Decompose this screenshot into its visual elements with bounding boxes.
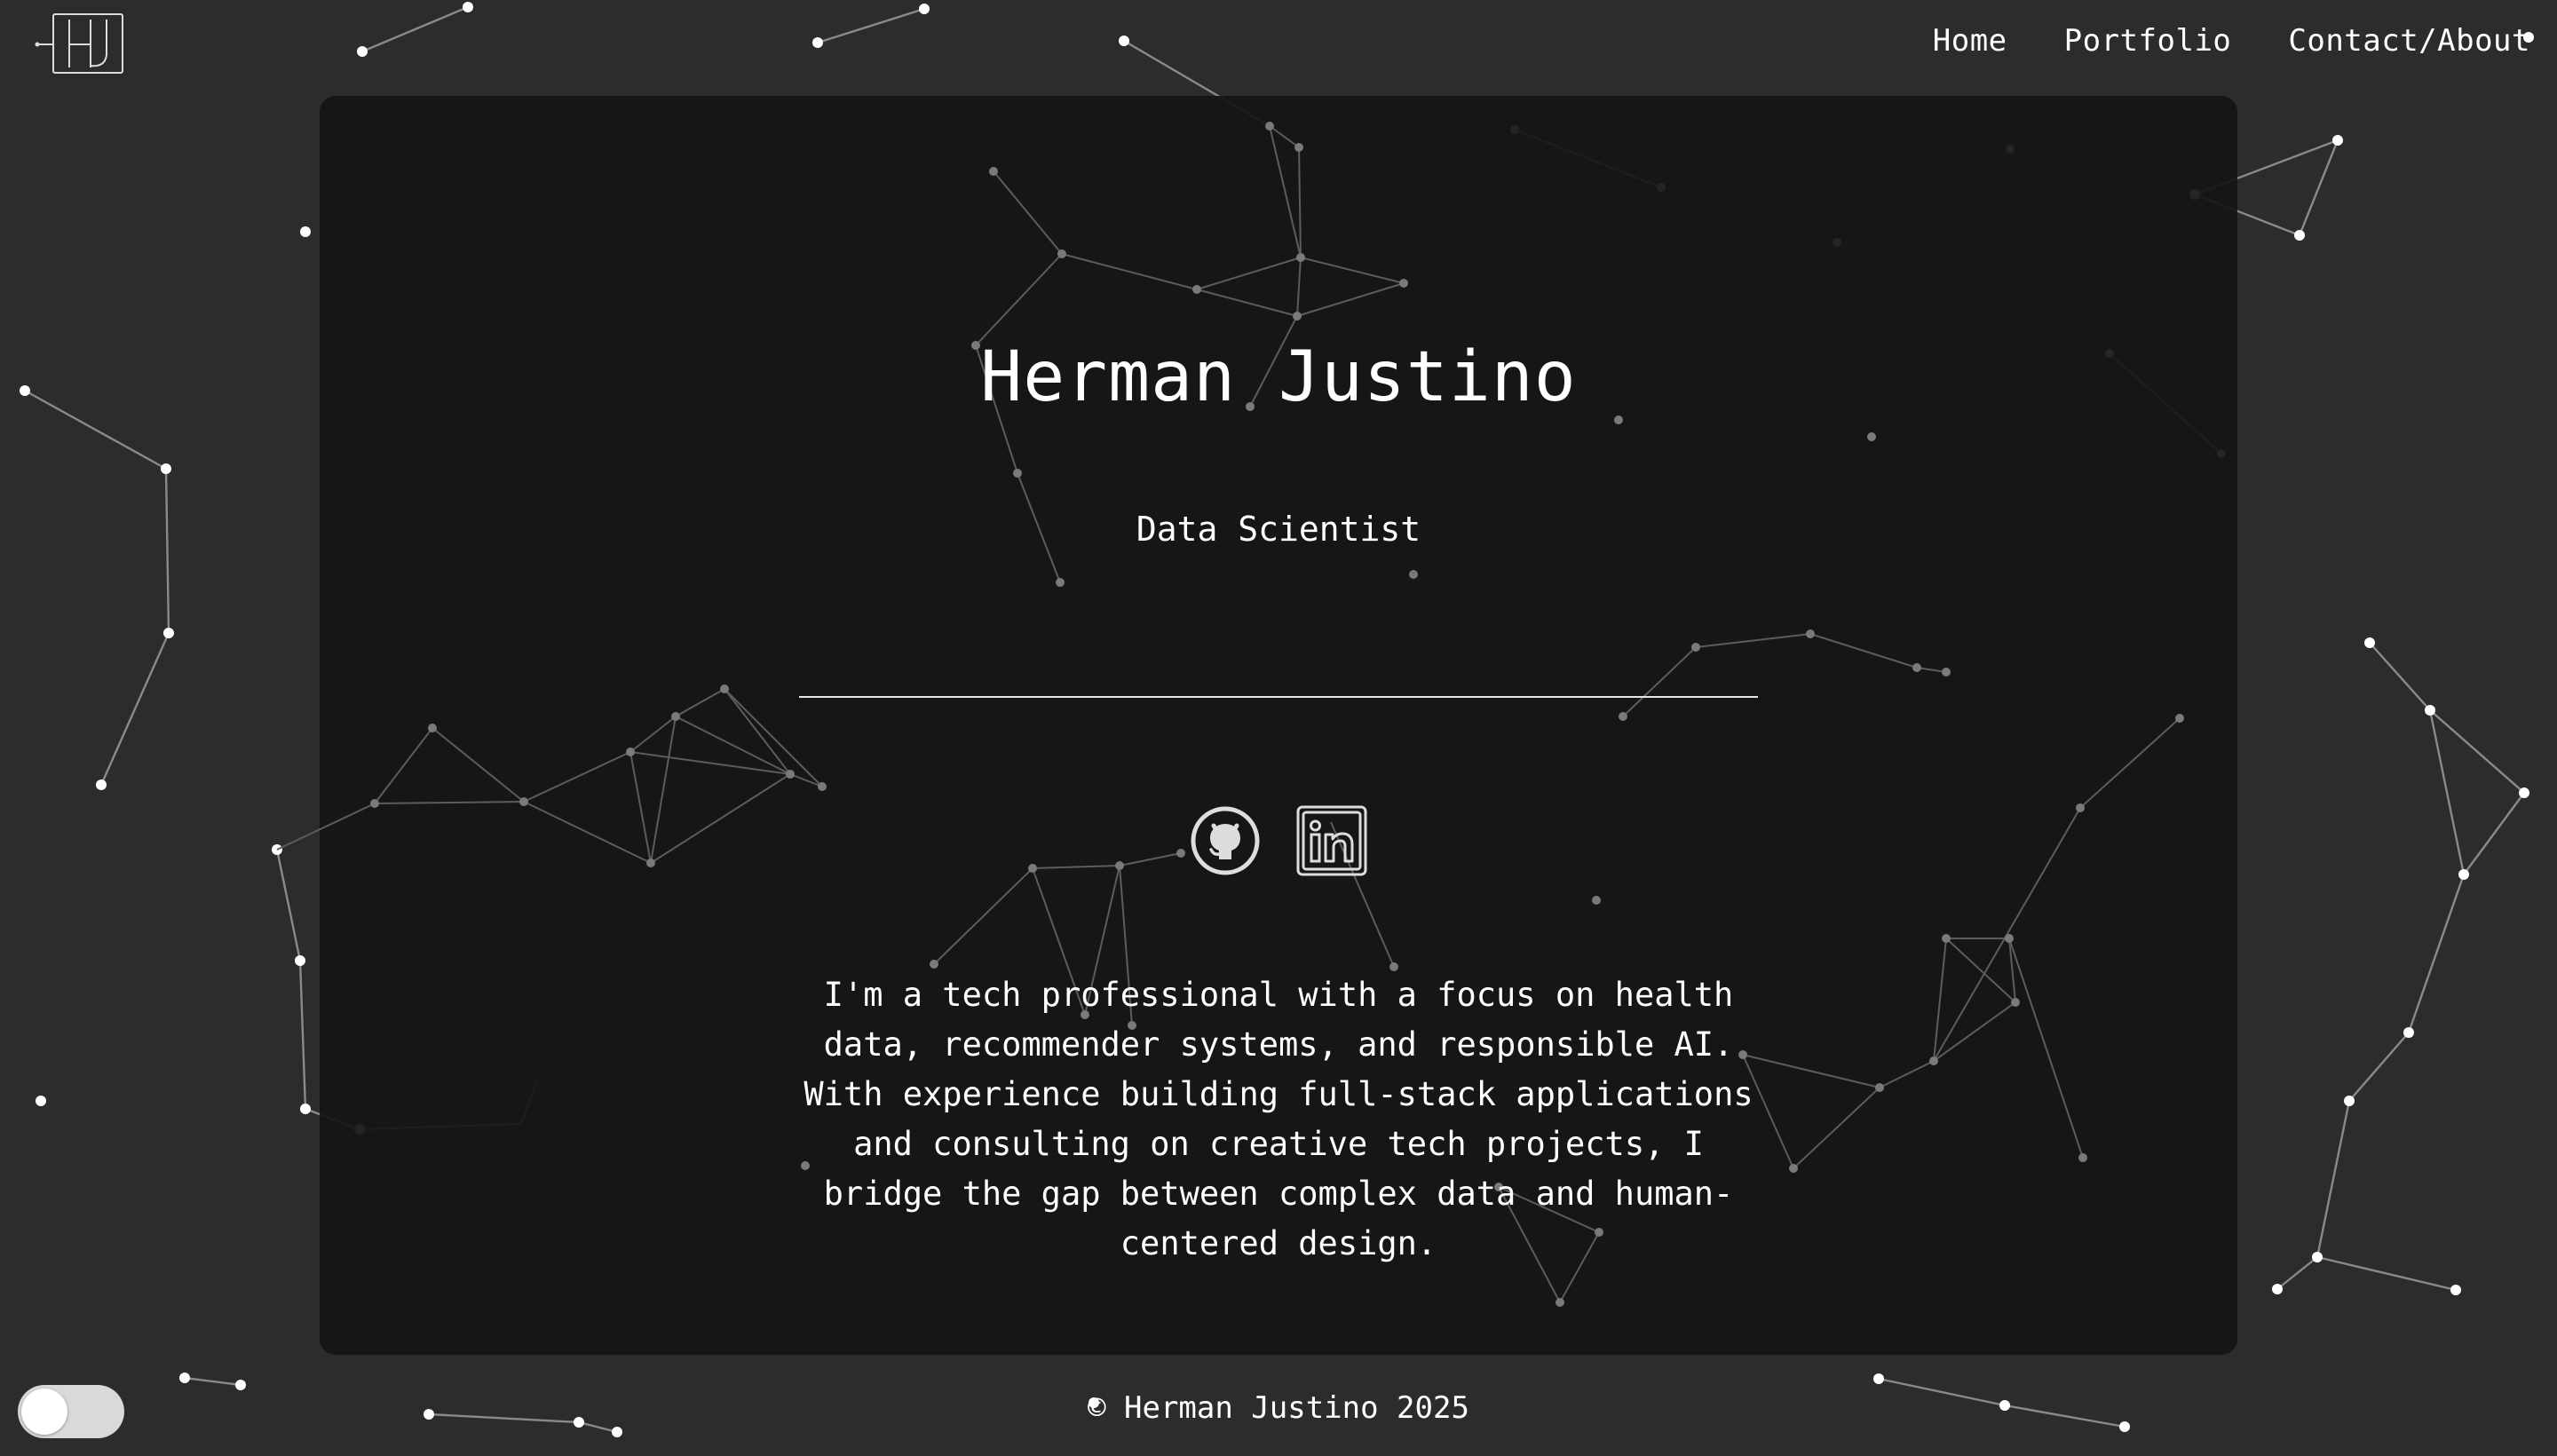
toggle-knob: [21, 1389, 67, 1435]
social-links: [1190, 804, 1367, 877]
footer-copyright: © Herman Justino 2025: [1088, 1390, 1469, 1426]
github-icon: [1191, 806, 1260, 875]
hj-logo-icon[interactable]: [34, 11, 128, 76]
bio-paragraph: I'm a tech professional with a focus on …: [804, 976, 1753, 1262]
linkedin-icon: [1296, 805, 1367, 876]
divider: [799, 696, 1758, 698]
hero-name: Herman Justino: [980, 337, 1577, 417]
hero-subtitle: Data Scientist: [1136, 510, 1421, 549]
nav-portfolio-link[interactable]: Portfolio: [2064, 23, 2232, 59]
theme-toggle[interactable]: [18, 1385, 124, 1438]
nav-home-link[interactable]: Home: [1933, 23, 2007, 59]
nav-contact-about-link[interactable]: Contact/About: [2288, 23, 2530, 59]
github-link[interactable]: [1190, 804, 1261, 877]
linkedin-link[interactable]: [1296, 804, 1367, 877]
page: Home Portfolio Contact/About Herman Just…: [0, 0, 2557, 1456]
top-nav: Home Portfolio Contact/About: [1933, 23, 2530, 59]
